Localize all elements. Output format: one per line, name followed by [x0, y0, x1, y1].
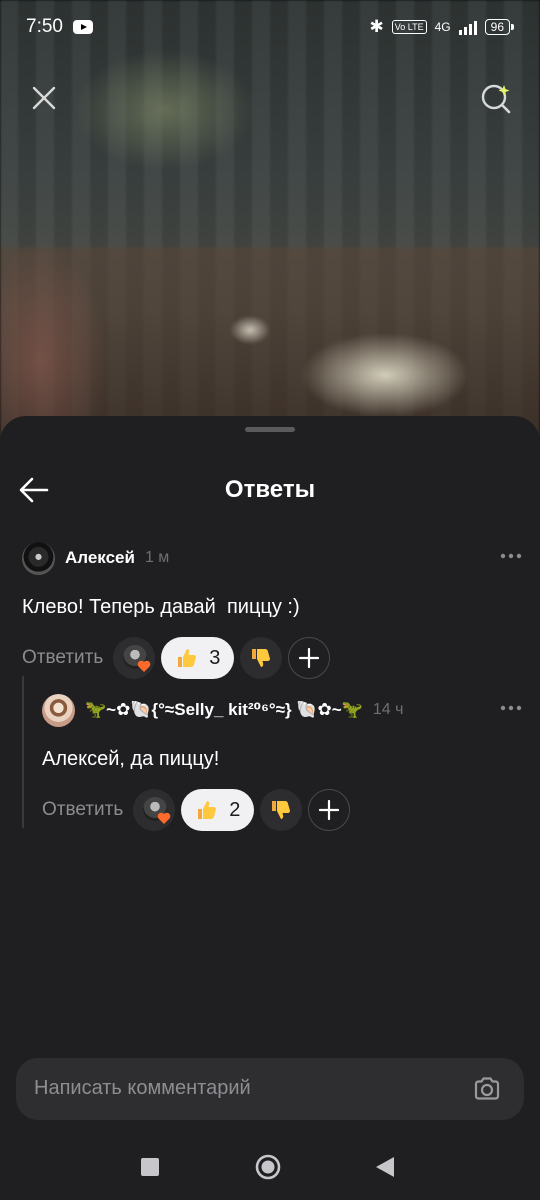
status-bar: 7:50 ✱ Vo LTE 4G 96 [0, 0, 540, 54]
comment-input-placeholder: Написать комментарий [34, 1077, 251, 1099]
like-count: 3 [209, 646, 221, 669]
avatar[interactable] [42, 693, 75, 727]
comment-input[interactable]: Написать комментарий [16, 1058, 524, 1120]
thumb-up-icon [178, 649, 197, 667]
system-nav-bar [0, 1130, 540, 1200]
thread-line [22, 676, 24, 828]
comment-text: Алексей, да пиццу! [42, 748, 220, 770]
nav-back-icon[interactable] [375, 1156, 395, 1178]
dislike-button[interactable] [260, 789, 303, 831]
comment-item: 🦖~✿🐚{°≈Selly_ kit²⁰⁶°≈} 🐚✿~🦖 14 ч Алексе… [42, 692, 522, 832]
add-reaction-button[interactable] [288, 637, 331, 679]
add-reaction-button[interactable] [308, 789, 351, 831]
comment-time: 1 м [144, 549, 170, 566]
signal-icon [458, 19, 477, 35]
author-liked-badge [133, 789, 176, 831]
like-button[interactable]: 3 [161, 637, 235, 679]
video-background [0, 0, 540, 440]
bluetooth-icon: ✱ [369, 17, 384, 36]
battery-level: 96 [484, 19, 510, 35]
comment-text: Клево! Теперь давай пиццу :) [22, 596, 300, 618]
network-type: 4G [434, 20, 451, 34]
comment-author[interactable]: Алексей [65, 548, 135, 568]
comment-actions: Ответить 2 [42, 788, 522, 832]
comment-actions: Ответить 3 [22, 636, 522, 680]
more-options-icon[interactable] [500, 552, 522, 560]
like-count: 2 [229, 798, 241, 821]
sheet-drag-handle[interactable] [245, 427, 295, 432]
thumb-up-icon [198, 801, 217, 819]
heart-icon [137, 660, 151, 672]
comment-time: 14 ч [372, 701, 404, 718]
replies-sheet: Ответы Алексей 1 м Клево! Теперь давай п… [0, 416, 540, 1200]
comment-author[interactable]: 🦖~✿🐚{°≈Selly_ kit²⁰⁶°≈} 🐚✿~🦖 [85, 700, 363, 720]
dislike-button[interactable] [240, 637, 283, 679]
like-button[interactable]: 2 [181, 789, 255, 831]
avatar[interactable] [22, 541, 55, 575]
heart-icon [157, 812, 171, 824]
home-icon[interactable] [255, 1154, 281, 1180]
plus-icon [299, 647, 320, 669]
thumb-down-icon [252, 649, 271, 667]
status-time: 7:50 [26, 16, 63, 37]
close-icon[interactable] [30, 84, 58, 112]
reply-button[interactable]: Ответить [22, 647, 103, 669]
author-liked-badge [113, 637, 156, 679]
volte-badge: Vo LTE [391, 20, 427, 34]
camera-icon[interactable] [472, 1074, 502, 1104]
recents-icon[interactable] [141, 1158, 159, 1176]
comment-item: Алексей 1 м Клево! Теперь давай пиццу :)… [22, 540, 522, 680]
battery-icon: 96 [484, 19, 514, 35]
sheet-title: Ответы [224, 476, 316, 503]
plus-icon [319, 799, 340, 821]
reply-button[interactable]: Ответить [42, 799, 123, 821]
more-options-icon[interactable] [500, 704, 522, 712]
sheet-header: Ответы [0, 468, 540, 512]
thumb-down-icon [272, 801, 291, 819]
search-spark-icon[interactable] [478, 80, 514, 116]
youtube-icon [72, 20, 93, 34]
